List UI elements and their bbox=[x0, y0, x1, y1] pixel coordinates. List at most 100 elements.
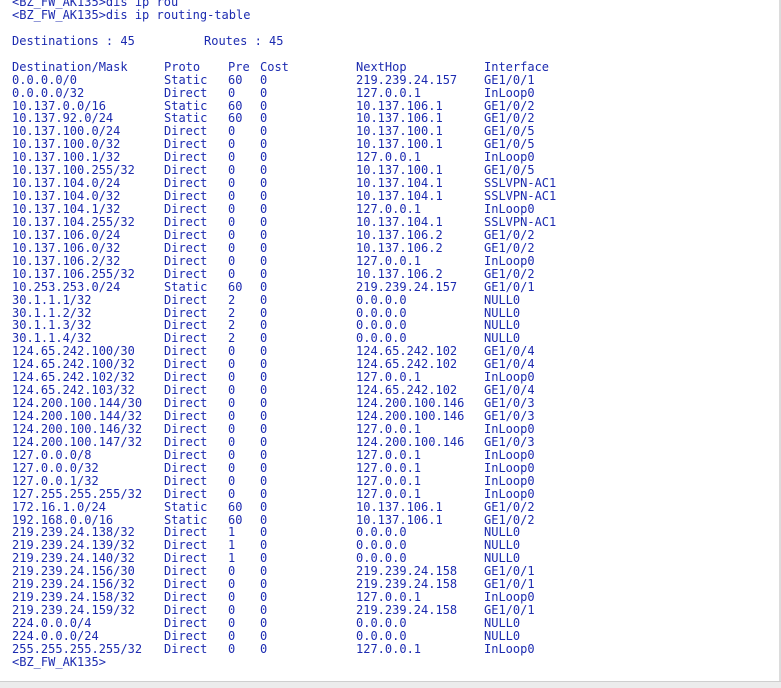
route-preference: 0 bbox=[228, 487, 236, 501]
route-destination: 30.1.1.4/32 bbox=[12, 332, 92, 346]
route-nexthop: 0.0.0.0 bbox=[356, 629, 407, 643]
route-preference: 60 bbox=[228, 280, 243, 294]
destinations-count: Destinations : 45 bbox=[12, 34, 135, 48]
table-row: 219.239.24.140/32 Direct 1 0 0.0.0.0 NULL0 bbox=[12, 552, 767, 565]
table-row: 255.255.255.255/32 Direct 0 0 127.0.0.1 InLoo… bbox=[12, 643, 767, 656]
route-nexthop: 10.137.106.1 bbox=[356, 99, 443, 113]
route-nexthop: 127.0.0.1 bbox=[356, 422, 422, 436]
terminal-output: <BZ_FW_AK135>dis ip rou <BZ_FW_AK135>dis… bbox=[12, 0, 767, 669]
route-interface: GE1/0/1 bbox=[484, 604, 535, 617]
table-row: 127.0.0.0/32 Direct 0 0 127.0.0.1 InLoop0 bbox=[12, 462, 767, 475]
table-row: 10.137.106.2/32 Direct 0 0 127.0.0.1 InLoop0 bbox=[12, 255, 767, 268]
route-destination: 124.65.242.102/32 bbox=[12, 371, 135, 385]
route-proto: Direct bbox=[164, 422, 208, 436]
header-nexthop: NextHop bbox=[356, 60, 407, 74]
route-proto: Direct bbox=[164, 435, 208, 449]
bottom-border bbox=[0, 681, 781, 688]
route-cost: 0 bbox=[260, 190, 268, 203]
route-preference: 0 bbox=[228, 642, 236, 656]
route-interface: GE1/0/2 bbox=[484, 99, 535, 113]
route-nexthop: 0.0.0.0 bbox=[356, 526, 407, 540]
route-interface: GE1/0/3 bbox=[484, 435, 535, 449]
table-row: 219.239.24.156/30 Direct 0 0 219.239.24.158 G… bbox=[12, 565, 767, 578]
route-cost: 0 bbox=[260, 578, 268, 592]
table-row: 0.0.0.0/0 Static 60 0 219.239.24.157 GE1/0/1 bbox=[12, 74, 767, 87]
route-preference: 1 bbox=[228, 526, 236, 540]
route-cost: 0 bbox=[260, 629, 268, 643]
route-interface: GE1/0/2 bbox=[484, 241, 535, 255]
route-destination: 10.137.100.255/32 bbox=[12, 164, 135, 178]
route-nexthop: 10.137.106.2 bbox=[356, 228, 443, 242]
route-cost: 0 bbox=[260, 177, 268, 191]
route-proto: Direct bbox=[164, 591, 208, 605]
route-interface: InLoop0 bbox=[484, 461, 535, 475]
route-cost: 0 bbox=[260, 591, 268, 605]
route-destination: 10.137.106.2/32 bbox=[12, 254, 121, 268]
route-preference: 2 bbox=[228, 306, 236, 320]
table-header: Destination/Mask Proto Pre Cost NextHop … bbox=[12, 61, 767, 74]
route-preference: 0 bbox=[228, 267, 236, 281]
route-cost: 0 bbox=[260, 552, 268, 566]
route-nexthop: 0.0.0.0 bbox=[356, 552, 407, 566]
route-preference: 2 bbox=[228, 332, 236, 346]
route-destination: 219.239.24.156/32 bbox=[12, 578, 135, 592]
route-interface: InLoop0 bbox=[484, 487, 535, 501]
table-row: 124.200.100.146/32 Direct 0 0 127.0.0.1 InLoo… bbox=[12, 423, 767, 436]
route-preference: 0 bbox=[228, 228, 236, 242]
table-row: 10.253.253.0/24 Static 60 0 219.239.24.157 GE… bbox=[12, 281, 767, 294]
route-cost: 0 bbox=[260, 604, 268, 617]
route-cost: 0 bbox=[260, 410, 268, 423]
route-preference: 0 bbox=[228, 422, 236, 436]
route-proto: Direct bbox=[164, 604, 208, 617]
route-proto: Direct bbox=[164, 254, 208, 268]
terminal-window[interactable]: <BZ_FW_AK135>dis ip rou <BZ_FW_AK135>dis… bbox=[0, 0, 781, 688]
route-proto: Direct bbox=[164, 487, 208, 501]
route-nexthop: 10.137.100.1 bbox=[356, 164, 443, 178]
route-preference: 0 bbox=[228, 435, 236, 449]
route-proto: Direct bbox=[164, 267, 208, 281]
route-preference: 0 bbox=[228, 345, 236, 359]
route-proto: Direct bbox=[164, 332, 208, 346]
route-preference: 2 bbox=[228, 319, 236, 333]
table-row: 124.65.242.103/32 Direct 0 0 124.65.242.102 G… bbox=[12, 384, 767, 397]
route-preference: 0 bbox=[228, 190, 236, 203]
table-row: 124.65.242.102/32 Direct 0 0 127.0.0.1 InLoop… bbox=[12, 371, 767, 384]
route-destination: 0.0.0.0/0 bbox=[12, 73, 78, 87]
route-interface: SSLVPN-AC1 bbox=[484, 177, 557, 191]
route-preference: 0 bbox=[228, 215, 236, 229]
end-prompt: <BZ_FW_AK135> bbox=[12, 655, 106, 669]
route-interface: GE1/0/4 bbox=[484, 358, 535, 372]
route-cost: 0 bbox=[260, 526, 268, 540]
route-destination: 30.1.1.1/32 bbox=[12, 293, 92, 307]
route-proto: Direct bbox=[164, 190, 208, 203]
route-nexthop: 127.0.0.1 bbox=[356, 642, 422, 656]
route-preference: 0 bbox=[228, 125, 236, 139]
route-preference: 0 bbox=[228, 474, 236, 488]
table-row: 124.200.100.147/32 Direct 0 0 124.200.100.14… bbox=[12, 436, 767, 449]
route-cost: 0 bbox=[260, 293, 268, 307]
route-nexthop: 127.0.0.1 bbox=[356, 371, 422, 385]
route-cost: 0 bbox=[260, 500, 268, 514]
route-destination: 219.239.24.138/32 bbox=[12, 526, 135, 540]
route-nexthop: 10.137.106.2 bbox=[356, 267, 443, 281]
route-nexthop: 124.65.242.102 bbox=[356, 345, 458, 359]
route-preference: 0 bbox=[228, 254, 236, 268]
route-destination: 10.137.0.0/16 bbox=[12, 99, 106, 113]
route-preference: 0 bbox=[228, 617, 236, 630]
table-row: 10.137.0.0/16 Static 60 0 10.137.106.1 GE1/0/… bbox=[12, 100, 767, 113]
route-interface: NULL0 bbox=[484, 306, 521, 320]
route-nexthop: 124.200.100.146 bbox=[356, 435, 465, 449]
route-proto: Static bbox=[164, 99, 208, 113]
route-cost: 0 bbox=[260, 358, 268, 372]
route-proto: Direct bbox=[164, 86, 208, 100]
route-nexthop: 10.137.100.1 bbox=[356, 125, 443, 139]
route-nexthop: 0.0.0.0 bbox=[356, 617, 407, 630]
route-destination: 10.137.106.255/32 bbox=[12, 267, 135, 281]
route-cost: 0 bbox=[260, 642, 268, 656]
header-pre: Pre bbox=[228, 60, 250, 74]
route-preference: 60 bbox=[228, 513, 243, 527]
command-line: <BZ_FW_AK135>dis ip routing-table bbox=[12, 8, 251, 22]
route-nexthop: 127.0.0.1 bbox=[356, 461, 422, 475]
route-interface: NULL0 bbox=[484, 293, 521, 307]
table-row: 127.0.0.1/32 Direct 0 0 127.0.0.1 InLoop0 bbox=[12, 475, 767, 488]
